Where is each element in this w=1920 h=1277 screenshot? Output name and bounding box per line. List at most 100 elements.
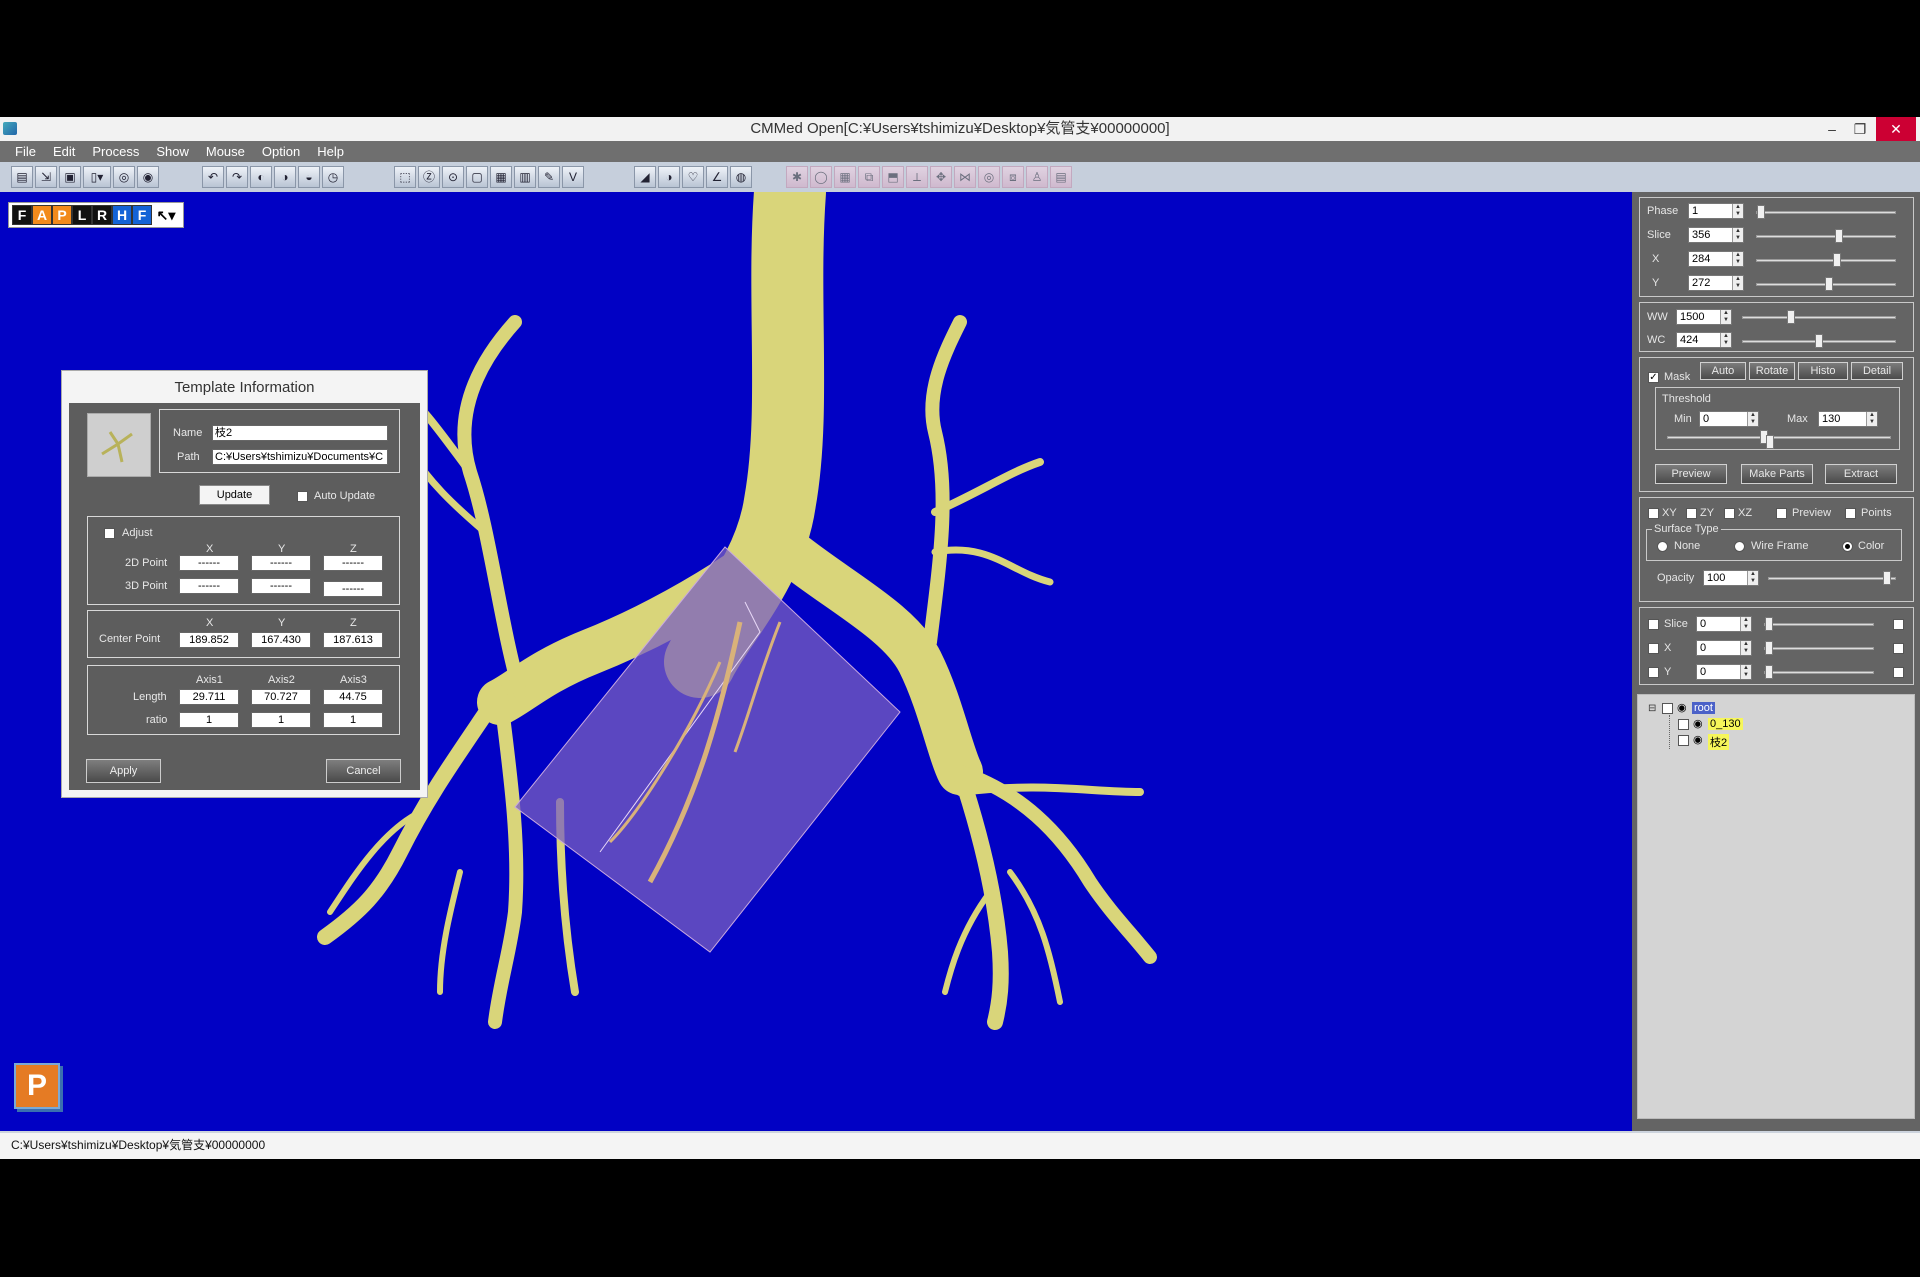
disc-icon[interactable]: ◎ [113, 166, 135, 188]
spin-arrows-icon[interactable]: ▲ ▼ [1740, 617, 1751, 631]
point3d-x-field[interactable]: ------ [179, 578, 239, 594]
spin-arrows-icon[interactable]: ▲ ▼ [1866, 412, 1877, 426]
slice-spinner[interactable]: 356 ▲ ▼ [1688, 227, 1744, 243]
grid-icon[interactable]: ▦ [834, 166, 856, 188]
ratio-axis1-field[interactable]: 1 [179, 712, 239, 728]
clip-x-spinner[interactable]: 0 ▲ ▼ [1696, 640, 1752, 656]
center-y-field[interactable]: 167.430 [251, 632, 311, 648]
spin-arrows-icon[interactable]: ▲ ▼ [1720, 310, 1731, 324]
histo-button[interactable]: Histo [1798, 362, 1848, 380]
slice-slider[interactable] [1756, 229, 1896, 243]
move-icon[interactable]: ✥ [930, 166, 952, 188]
disc-export-icon[interactable]: ◉ [137, 166, 159, 188]
spin-arrows-icon[interactable]: ▲ ▼ [1720, 333, 1731, 347]
name-field[interactable]: 枝2 [212, 425, 388, 441]
clip-x-slider[interactable] [1764, 641, 1874, 655]
spin-arrows-icon[interactable]: ▲ ▼ [1747, 571, 1758, 585]
min-spinner[interactable]: 0 ▲ ▼ [1699, 411, 1759, 427]
slice-slider-thumb[interactable] [1835, 229, 1843, 243]
spin-arrows-icon[interactable]: ▲ ▼ [1732, 204, 1743, 218]
restore-button[interactable]: ❐ [1846, 117, 1874, 141]
menu-process[interactable]: Process [84, 141, 148, 162]
menu-option[interactable]: Option [254, 141, 309, 162]
view-anterior-button[interactable]: A [32, 205, 52, 225]
target-icon[interactable]: ◎ [978, 166, 1000, 188]
point2d-x-field[interactable]: ------ [179, 555, 239, 571]
close-button[interactable]: ✕ [1876, 117, 1916, 141]
tree-child1-eye-icon[interactable]: ◉ [1693, 717, 1703, 730]
xz-checkbox[interactable] [1724, 508, 1735, 519]
zoom-icon[interactable]: Ⓩ [418, 166, 440, 188]
minimize-button[interactable]: – [1818, 117, 1846, 141]
clip-y-slider-thumb[interactable] [1765, 665, 1773, 679]
clip-y-slider[interactable] [1764, 665, 1874, 679]
tree-collapse-icon[interactable]: ⊟ [1648, 703, 1656, 714]
x-slider-thumb[interactable] [1833, 253, 1841, 267]
phase-slider[interactable] [1756, 205, 1896, 219]
document-icon[interactable]: ▤ [1050, 166, 1072, 188]
ratio-axis2-field[interactable]: 1 [251, 712, 311, 728]
spin-arrows-icon[interactable]: ▲ ▼ [1740, 641, 1751, 655]
cursor-mode-dropdown[interactable]: ↖▾ [152, 206, 180, 226]
angle-icon[interactable]: ∠ [706, 166, 728, 188]
menu-file[interactable]: File [0, 141, 45, 162]
surface-wireframe-radio[interactable] [1734, 541, 1745, 552]
fit-icon[interactable]: ⬚ [394, 166, 416, 188]
clip-slice-slider-thumb[interactable] [1765, 617, 1773, 631]
view-right-button[interactable]: R [92, 205, 112, 225]
center-z-field[interactable]: 187.613 [323, 632, 383, 648]
sphere-icon[interactable]: ◍ [730, 166, 752, 188]
spin-arrows-icon[interactable]: ▲ ▼ [1732, 276, 1743, 290]
x-slider[interactable] [1756, 253, 1896, 267]
copy-icon[interactable]: ⧉ [858, 166, 880, 188]
auto-button[interactable]: Auto [1700, 362, 1746, 380]
contour-icon[interactable]: ◐ [250, 166, 272, 188]
clip-slice-checkbox[interactable] [1648, 619, 1659, 630]
detail-button[interactable]: Detail [1851, 362, 1903, 380]
view-posterior-button[interactable]: P [52, 205, 72, 225]
clip-x-checkbox[interactable] [1648, 643, 1659, 654]
y-slider-thumb[interactable] [1825, 277, 1833, 291]
y-slider[interactable] [1756, 277, 1896, 291]
rotate-button[interactable]: Rotate [1749, 362, 1795, 380]
preview-button[interactable]: Preview [1655, 464, 1727, 484]
extract-button[interactable]: Extract [1825, 464, 1897, 484]
point2d-z-field[interactable]: ------ [323, 555, 383, 571]
save-icon[interactable]: ▣ [59, 166, 81, 188]
overlay-icon[interactable]: ◑ [274, 166, 296, 188]
spin-arrows-icon[interactable]: ▲ ▼ [1732, 228, 1743, 242]
update-button[interactable]: Update [199, 485, 270, 505]
points-checkbox[interactable] [1845, 508, 1856, 519]
tree-child1-label[interactable]: 0_130 [1708, 718, 1743, 730]
network-icon[interactable]: ⋈ [954, 166, 976, 188]
opacity-slider[interactable] [1768, 571, 1896, 585]
view-full-button[interactable]: F [12, 205, 32, 225]
clip-x-slider-thumb[interactable] [1765, 641, 1773, 655]
tree-root-label[interactable]: root [1692, 702, 1715, 714]
wc-spinner[interactable]: 424 ▲ ▼ [1676, 332, 1732, 348]
clip-slice-spinner[interactable]: 0 ▲ ▼ [1696, 616, 1752, 632]
clip-slice-slider[interactable] [1764, 617, 1874, 631]
menu-help[interactable]: Help [309, 141, 353, 162]
length-axis3-field[interactable]: 44.75 [323, 689, 383, 705]
x-spinner[interactable]: 284 ▲ ▼ [1688, 251, 1744, 267]
point3d-z-field[interactable]: ------ [323, 581, 383, 597]
vr-icon[interactable]: V [562, 166, 584, 188]
point-icon[interactable]: ⊙ [442, 166, 464, 188]
opacity-slider-thumb[interactable] [1883, 571, 1891, 585]
edit-icon[interactable]: ✎ [538, 166, 560, 188]
view-head-button[interactable]: H [112, 205, 132, 225]
filter-icon[interactable]: ✱ [786, 166, 808, 188]
layer-icon[interactable]: ⬒ [882, 166, 904, 188]
adjust-checkbox[interactable] [104, 528, 115, 539]
split-icon[interactable]: ⧈ [1002, 166, 1024, 188]
tree-root-eye-icon[interactable]: ◉ [1677, 701, 1687, 714]
auto-update-checkbox[interactable] [297, 491, 308, 502]
lens-icon[interactable]: ◯ [810, 166, 832, 188]
spin-arrows-icon[interactable]: ▲ ▼ [1747, 412, 1758, 426]
max-spinner[interactable]: 130 ▲ ▼ [1818, 411, 1878, 427]
pin-icon[interactable]: ⟂ [906, 166, 928, 188]
mask-checkbox[interactable]: ✓ [1648, 372, 1659, 383]
zy-checkbox[interactable] [1686, 508, 1697, 519]
open-folder-icon[interactable]: ▤ [11, 166, 33, 188]
